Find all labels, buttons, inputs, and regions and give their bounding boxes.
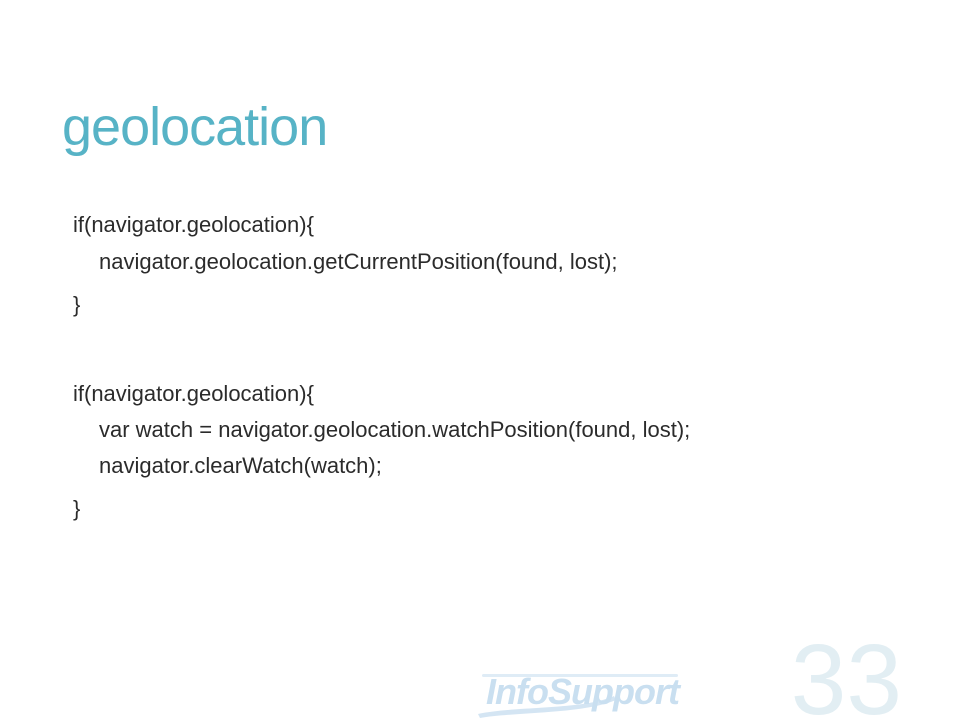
code-line: if(navigator.geolocation){ [73,381,314,406]
code-line: var watch = navigator.geolocation.watchP… [99,417,691,442]
slide-title: geolocation [62,97,328,157]
slide: geolocation if(navigator.geolocation){ n… [0,0,960,720]
code-line: navigator.geolocation.getCurrentPosition… [99,249,618,274]
code-line: if(navigator.geolocation){ [73,212,314,237]
code-line: } [73,292,81,317]
code-line: navigator.clearWatch(watch); [99,453,382,478]
code-line: } [73,496,81,521]
infosupport-logo: InfoSupport [478,671,683,718]
svg-text:InfoSupport: InfoSupport [486,671,682,712]
page-number: 33 [790,624,902,720]
